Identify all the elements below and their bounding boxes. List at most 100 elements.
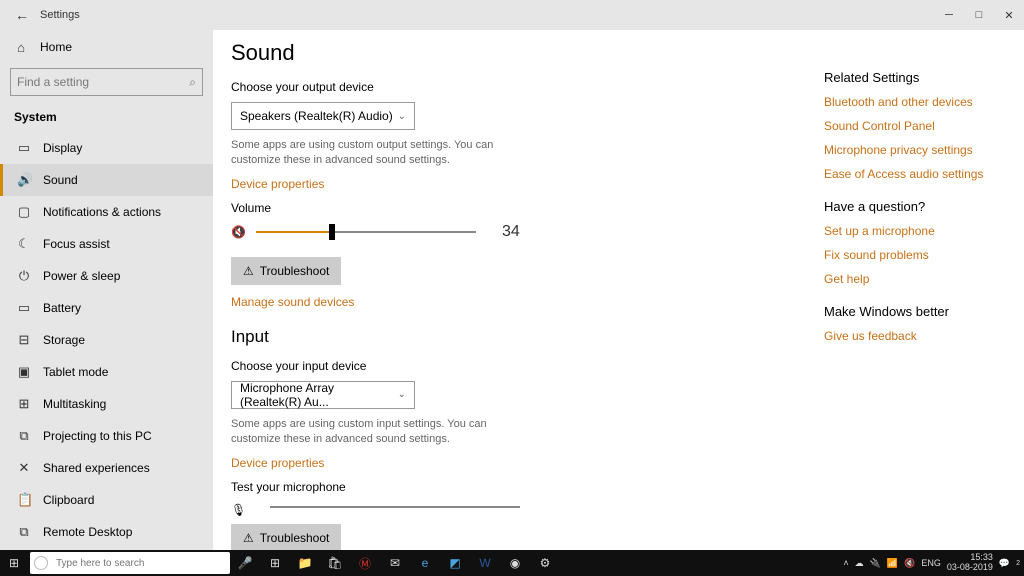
manage-output-link[interactable]: Manage sound devices <box>231 295 791 309</box>
link-feedback[interactable]: Give us feedback <box>824 329 1004 343</box>
tray-wifi-icon[interactable]: 📶 <box>887 558 898 569</box>
input-heading: Input <box>231 327 791 347</box>
tray-power-icon[interactable]: 🔌 <box>870 558 881 569</box>
sound-icon: 🔊 <box>17 172 31 188</box>
tablet-icon: ▣ <box>17 364 31 380</box>
sidebar-item-label: Shared experiences <box>43 461 150 475</box>
mic-level-bar <box>270 506 520 508</box>
sidebar-item-storage[interactable]: ⊟Storage <box>0 324 213 356</box>
edge-icon[interactable]: e <box>410 556 440 570</box>
output-hint: Some apps are using custom output settin… <box>231 138 531 169</box>
home-icon: ⌂ <box>14 40 28 55</box>
tray-volume-icon[interactable]: 🔇 <box>904 558 915 569</box>
input-label: Choose your input device <box>231 359 791 373</box>
taskbar-clock[interactable]: 15:33 03-08-2019 <box>947 553 993 573</box>
notification-count: 2 <box>1016 560 1020 567</box>
sidebar-item-sound[interactable]: 🔊 Sound <box>0 164 213 196</box>
taskbar: ⊞ Type here to search 🎤 ⊞ 📁 🛍 Ⓜ ✉ e ◩ W … <box>0 550 1024 576</box>
sidebar-item-multitask[interactable]: ⊞ Multitasking <box>0 388 213 420</box>
app-icon[interactable]: ◩ <box>440 556 470 570</box>
back-button[interactable]: ← <box>8 7 36 23</box>
troubleshoot-output-button[interactable]: ⚠ Troubleshoot <box>231 257 341 285</box>
input-device-properties-link[interactable]: Device properties <box>231 456 791 470</box>
projecting-icon: ⧉ <box>17 428 31 444</box>
sidebar-item-label: Notifications & actions <box>43 205 161 219</box>
sidebar: ⌂ Home Find a setting ⌕ System ▭Display … <box>0 30 213 550</box>
link-bluetooth[interactable]: Bluetooth and other devices <box>824 95 1004 109</box>
volume-label: Volume <box>231 201 791 215</box>
sidebar-item-shared[interactable]: ✕Shared experiences <box>0 452 213 484</box>
mail-icon[interactable]: ✉ <box>380 556 410 570</box>
warning-icon: ⚠ <box>243 264 254 278</box>
sidebar-item-label: Clipboard <box>43 493 94 507</box>
sidebar-item-label: Multitasking <box>43 397 106 411</box>
explorer-icon[interactable]: 📁 <box>290 556 320 570</box>
display-icon: ▭ <box>17 140 31 156</box>
sidebar-item-projecting[interactable]: ⧉Projecting to this PC <box>0 420 213 452</box>
sidebar-item-remote[interactable]: ⧉Remote Desktop <box>0 516 213 548</box>
mcafee-icon[interactable]: Ⓜ <box>350 555 380 572</box>
notifications-tray-icon[interactable]: 💬 <box>999 558 1010 569</box>
sidebar-item-battery[interactable]: ▭Battery <box>0 292 213 324</box>
slider-thumb[interactable] <box>329 224 335 240</box>
output-device-value: Speakers (Realtek(R) Audio) <box>240 109 393 123</box>
sidebar-search[interactable]: Find a setting ⌕ <box>10 68 203 96</box>
sidebar-section: System <box>0 100 213 132</box>
mute-icon[interactable]: 🔇 <box>231 225 246 239</box>
sidebar-item-clipboard[interactable]: 📋Clipboard <box>0 484 213 516</box>
taskbar-search-placeholder: Type here to search <box>56 558 144 569</box>
volume-slider[interactable] <box>256 231 476 233</box>
tray-lang[interactable]: ENG <box>921 558 941 568</box>
search-placeholder: Find a setting <box>17 75 89 89</box>
warning-icon: ⚠ <box>243 531 254 545</box>
remote-icon: ⧉ <box>17 524 31 540</box>
sidebar-item-focus[interactable]: ☾Focus assist <box>0 228 213 260</box>
close-button[interactable]: ✕ <box>994 0 1024 30</box>
tray-cloud-icon[interactable]: ☁ <box>855 558 864 569</box>
multitask-icon: ⊞ <box>17 396 31 412</box>
settings-icon[interactable]: ⚙ <box>530 556 560 570</box>
taskview-icon[interactable]: ⊞ <box>260 556 290 570</box>
input-device-select[interactable]: Microphone Array (Realtek(R) Au... ⌄ <box>231 381 415 409</box>
tray-up-icon[interactable]: ˄ <box>843 558 848 568</box>
window-title: Settings <box>40 9 80 21</box>
word-icon[interactable]: W <box>470 556 500 570</box>
output-label: Choose your output device <box>231 80 791 94</box>
start-button[interactable]: ⊞ <box>0 556 28 570</box>
input-device-value: Microphone Array (Realtek(R) Au... <box>240 381 398 409</box>
sidebar-item-display[interactable]: ▭Display <box>0 132 213 164</box>
link-get-help[interactable]: Get help <box>824 272 1004 286</box>
question-heading: Have a question? <box>824 199 1004 214</box>
taskbar-search[interactable]: Type here to search <box>30 552 230 574</box>
link-fix-sound[interactable]: Fix sound problems <box>824 248 1004 262</box>
related-heading: Related Settings <box>824 70 1004 85</box>
sidebar-item-notifications[interactable]: ▢Notifications & actions <box>0 196 213 228</box>
clock-date: 03-08-2019 <box>947 563 993 573</box>
taskbar-mic-icon[interactable]: 🎤 <box>230 556 260 570</box>
cortana-icon <box>34 556 48 570</box>
power-icon: ⏻ <box>17 268 31 284</box>
output-device-properties-link[interactable]: Device properties <box>231 177 791 191</box>
sidebar-home[interactable]: ⌂ Home <box>0 30 213 64</box>
sidebar-item-power[interactable]: ⏻Power & sleep <box>0 260 213 292</box>
maximize-button[interactable]: □ <box>964 0 994 30</box>
link-ease-audio[interactable]: Ease of Access audio settings <box>824 167 1004 181</box>
sidebar-item-tablet[interactable]: ▣ Tablet mode <box>0 356 213 388</box>
titlebar: ← Settings ─ □ ✕ <box>0 0 1024 30</box>
store-icon[interactable]: 🛍 <box>320 556 350 570</box>
troubleshoot-input-button[interactable]: ⚠ Troubleshoot <box>231 524 341 550</box>
sidebar-item-label: Battery <box>43 301 81 315</box>
link-setup-mic[interactable]: Set up a microphone <box>824 224 1004 238</box>
sidebar-item-label: Tablet mode <box>43 365 108 379</box>
sidebar-item-label: Focus assist <box>43 237 110 251</box>
link-sound-cpl[interactable]: Sound Control Panel <box>824 119 1004 133</box>
minimize-button[interactable]: ─ <box>934 0 964 30</box>
chrome-icon[interactable]: ◉ <box>500 556 530 570</box>
link-mic-privacy[interactable]: Microphone privacy settings <box>824 143 1004 157</box>
home-label: Home <box>40 40 72 54</box>
sidebar-item-label: Storage <box>43 333 85 347</box>
output-device-select[interactable]: Speakers (Realtek(R) Audio) ⌄ <box>231 102 415 130</box>
input-hint: Some apps are using custom input setting… <box>231 417 531 448</box>
search-icon: ⌕ <box>189 75 196 90</box>
sidebar-item-label: Sound <box>43 173 78 187</box>
